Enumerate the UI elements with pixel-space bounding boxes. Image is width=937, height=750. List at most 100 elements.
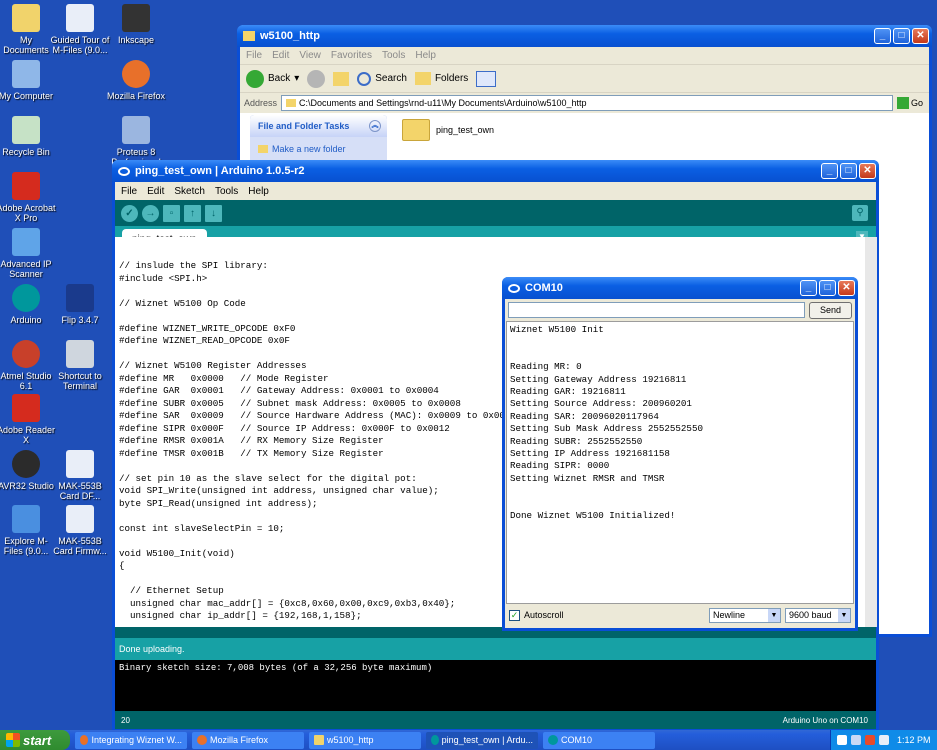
- desktop-icon-mak-card-df[interactable]: MAK-553B Card DF...: [50, 450, 110, 501]
- desktop-icon-terminal[interactable]: Shortcut to Terminal: [50, 340, 110, 391]
- taskbar-item[interactable]: w5100_http: [309, 731, 421, 749]
- serial-output[interactable]: Wiznet W5100 Init Reading MR: 0 Setting …: [506, 321, 854, 604]
- desktop-icon-my-documents[interactable]: My Documents: [0, 4, 56, 55]
- avr32-icon: [12, 450, 40, 478]
- task-make-folder[interactable]: Make a new folder: [250, 137, 387, 161]
- menu-edit[interactable]: Edit: [147, 186, 164, 197]
- volume-icon[interactable]: [879, 735, 889, 745]
- menu-help[interactable]: Help: [248, 186, 269, 197]
- desktop-icon-guided-tour[interactable]: Guided Tour of M-Files (9.0...: [50, 4, 110, 55]
- menu-help[interactable]: Help: [415, 50, 436, 61]
- clock[interactable]: 1:12 PM: [897, 735, 931, 745]
- desktop-icon-flip[interactable]: Flip 3.4.7: [50, 284, 110, 325]
- folder-icon: [286, 99, 297, 107]
- menu-view[interactable]: View: [299, 50, 321, 61]
- line-ending-value: Newline: [713, 610, 746, 620]
- menu-favorites[interactable]: Favorites: [331, 50, 372, 61]
- new-button[interactable]: ▫: [163, 204, 180, 222]
- menu-tools[interactable]: Tools: [382, 50, 405, 61]
- menu-file[interactable]: File: [121, 186, 137, 197]
- tasks-header[interactable]: File and Folder Tasks ︽: [250, 115, 387, 137]
- close-button[interactable]: ✕: [859, 163, 876, 179]
- desktop-icon-ip-scanner[interactable]: Advanced IP Scanner: [0, 228, 56, 279]
- atmel-studio-icon: [12, 340, 40, 368]
- desktop-icon-inkscape[interactable]: Inkscape: [106, 4, 166, 45]
- open-button[interactable]: ↑: [184, 204, 201, 222]
- serial-monitor-button[interactable]: ⚲: [852, 205, 868, 221]
- maximize-button[interactable]: □: [819, 280, 836, 296]
- folder-name: ping_test_own: [436, 125, 495, 135]
- task-label: Integrating Wiznet W...: [91, 735, 182, 745]
- menu-edit[interactable]: Edit: [272, 50, 289, 61]
- taskbar-item[interactable]: COM10: [543, 731, 655, 749]
- address-label: Address: [244, 98, 278, 108]
- folder-item[interactable]: ping_test_own: [402, 119, 494, 141]
- views-button[interactable]: [476, 70, 497, 87]
- desktop-icon-arduino[interactable]: Arduino: [0, 284, 56, 325]
- search-button[interactable]: Search: [357, 71, 407, 86]
- up-folder-icon[interactable]: [333, 71, 350, 86]
- close-button[interactable]: ✕: [838, 280, 855, 296]
- desktop-icon-acrobat[interactable]: Adobe Acrobat X Pro: [0, 172, 56, 223]
- menu-file[interactable]: File: [246, 50, 262, 61]
- desktop-icon-atmel-studio[interactable]: Atmel Studio 6.1: [0, 340, 56, 391]
- desktop-icon-mak-card-firmware[interactable]: MAK-553B Card Firmw...: [50, 505, 110, 556]
- folders-button[interactable]: Folders: [414, 72, 469, 85]
- line-ending-select[interactable]: Newline ▼: [709, 607, 781, 623]
- network-icon[interactable]: [851, 735, 861, 745]
- editor-scrollbar[interactable]: [865, 237, 877, 627]
- back-label: Back: [268, 73, 291, 84]
- collapse-icon[interactable]: ︽: [369, 120, 381, 132]
- verify-button[interactable]: ✓: [121, 204, 138, 222]
- desktop-icon-label: My Documents: [3, 35, 49, 55]
- task-label: Make a new folder: [272, 144, 346, 154]
- start-button[interactable]: start: [0, 730, 70, 750]
- arduino-icon: [548, 735, 558, 745]
- taskbar-item[interactable]: Mozilla Firefox: [192, 731, 304, 749]
- explorer-titlebar[interactable]: w5100_http _ □ ✕: [237, 25, 932, 47]
- desktop-icon-label: Advanced IP Scanner: [0, 259, 52, 279]
- desktop-icon-avr32[interactable]: AVR32 Studio: [0, 450, 56, 491]
- task-label: COM10: [561, 735, 593, 745]
- close-button[interactable]: ✕: [912, 28, 929, 44]
- minimize-button[interactable]: _: [800, 280, 817, 296]
- desktop-icon-recycle-bin[interactable]: Recycle Bin: [0, 116, 56, 157]
- help-icon[interactable]: [837, 735, 847, 745]
- desktop-icon-firefox[interactable]: Mozilla Firefox: [106, 60, 166, 101]
- desktop-icon-label: Adobe Acrobat X Pro: [0, 203, 56, 223]
- document-icon: [66, 4, 94, 32]
- arduino-menubar: File Edit Sketch Tools Help: [115, 182, 876, 200]
- autoscroll-checkbox[interactable]: ✓: [509, 609, 520, 621]
- back-arrow-icon: [246, 69, 264, 88]
- folder-icon: [243, 31, 255, 41]
- baud-rate-select[interactable]: 9600 baud ▼: [785, 607, 851, 623]
- taskbar-item[interactable]: ping_test_own | Ardu...: [426, 731, 538, 749]
- serial-monitor-window: COM10 _ □ ✕ Send Wiznet W5100 Init Readi…: [502, 277, 858, 631]
- forward-button[interactable]: [307, 69, 326, 88]
- menu-sketch[interactable]: Sketch: [174, 186, 205, 197]
- taskbar-item[interactable]: Integrating Wiznet W...: [75, 731, 187, 749]
- desktop-icon-adobe-reader[interactable]: Adobe Reader X: [0, 394, 56, 445]
- desktop-icon-label: Atmel Studio 6.1: [0, 371, 52, 391]
- folders-label: Folders: [434, 73, 469, 84]
- maximize-button[interactable]: □: [840, 163, 857, 179]
- go-button[interactable]: Go: [896, 97, 929, 109]
- send-button[interactable]: Send: [808, 301, 852, 319]
- desktop-icon-explore-mfiles[interactable]: Explore M-Files (9.0...: [0, 505, 56, 556]
- serial-send-input[interactable]: [508, 302, 805, 318]
- maximize-button[interactable]: □: [893, 28, 910, 44]
- inkscape-icon: [122, 4, 150, 32]
- upload-button[interactable]: →: [142, 204, 159, 222]
- address-field[interactable]: C:\Documents and Settings\rnd-u11\My Doc…: [281, 95, 893, 111]
- desktop-icon-my-computer[interactable]: My Computer: [0, 60, 56, 101]
- menu-tools[interactable]: Tools: [215, 186, 238, 197]
- back-button[interactable]: Back ▾: [246, 69, 299, 88]
- minimize-button[interactable]: _: [874, 28, 891, 44]
- arduino-titlebar[interactable]: ping_test_own | Arduino 1.0.5-r2 _ □ ✕: [112, 160, 879, 182]
- save-button[interactable]: ↓: [205, 204, 222, 222]
- minimize-button[interactable]: _: [821, 163, 838, 179]
- security-icon[interactable]: [865, 735, 875, 745]
- serial-titlebar[interactable]: COM10 _ □ ✕: [502, 277, 858, 299]
- console-text: Binary sketch size: 7,008 bytes (of a 32…: [119, 663, 433, 673]
- status-text: Done uploading.: [119, 644, 185, 654]
